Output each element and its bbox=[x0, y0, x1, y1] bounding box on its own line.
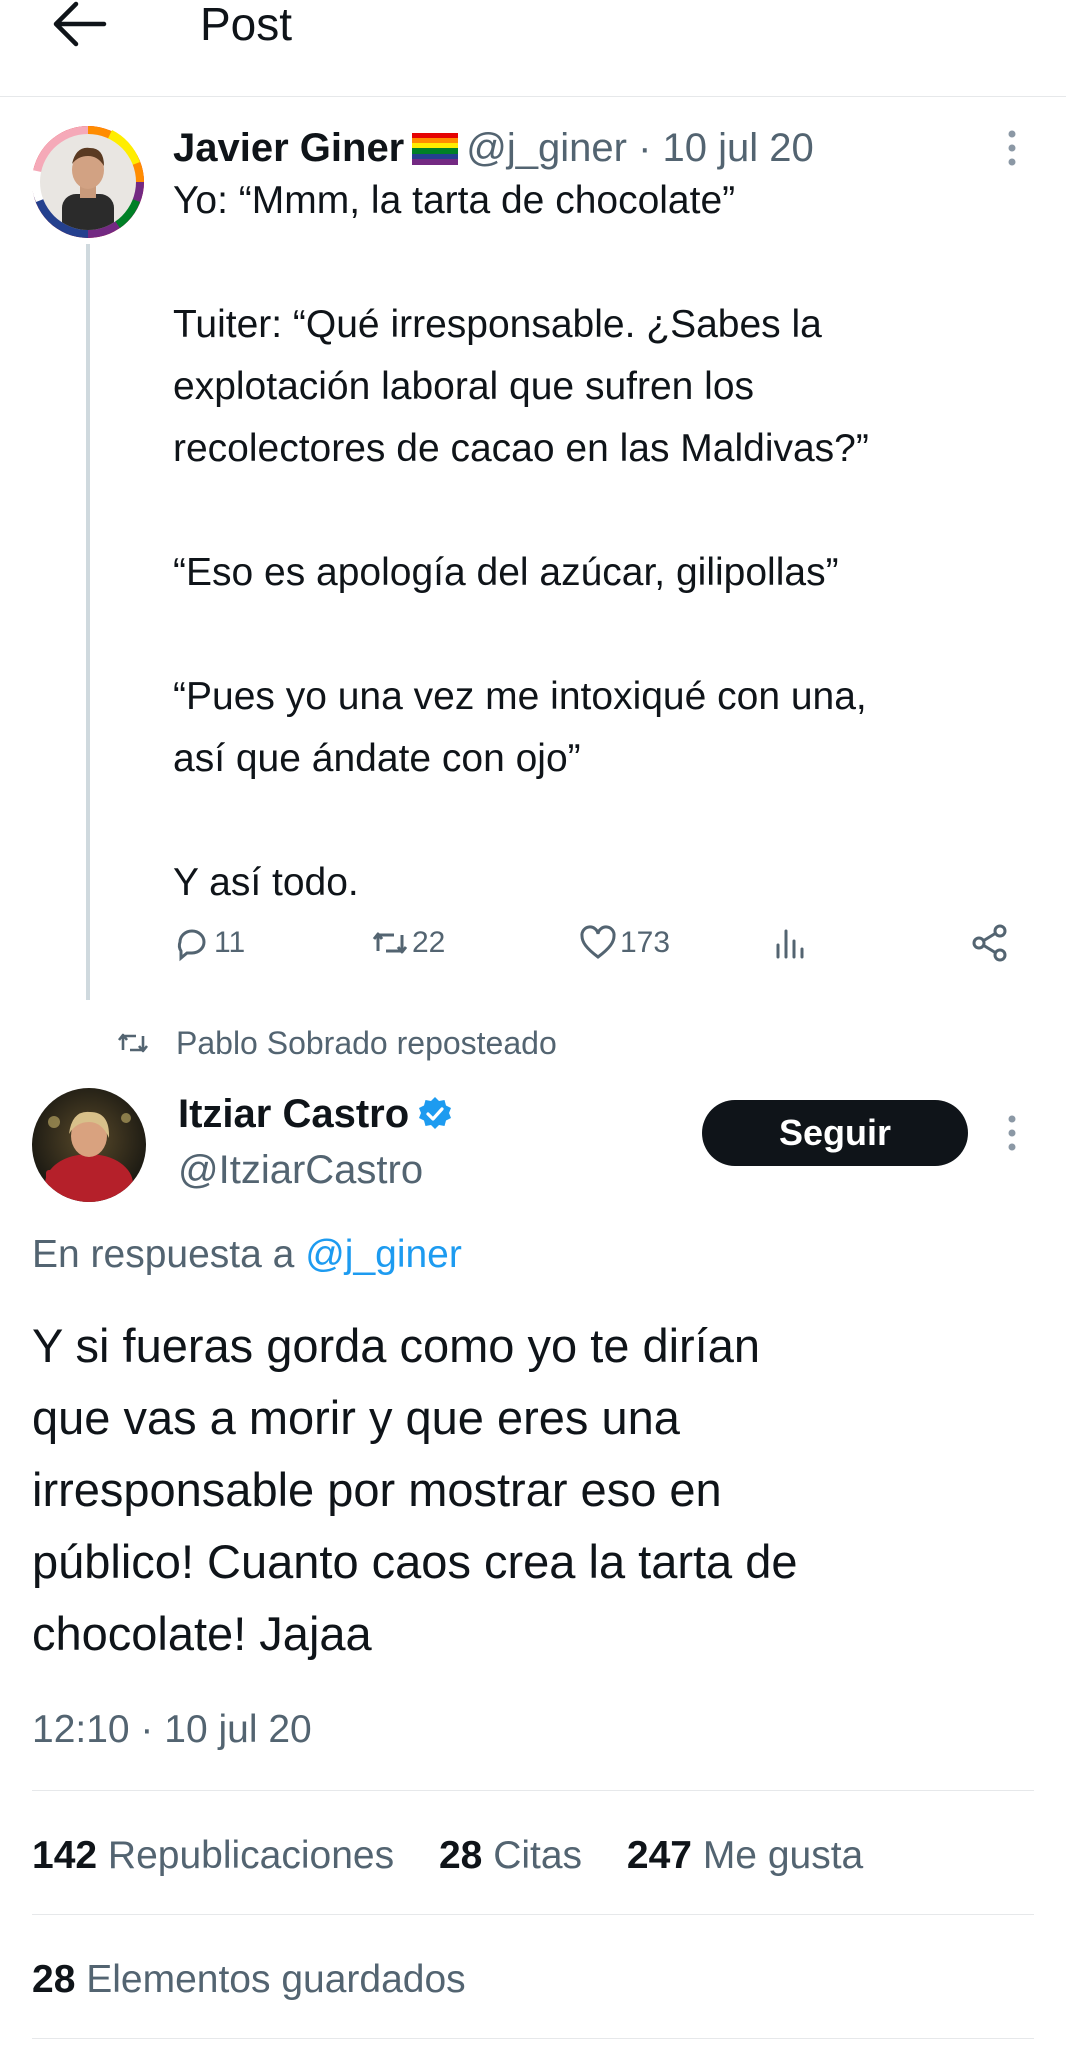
tweet-line: así que ándate con ojo” bbox=[173, 737, 581, 780]
tweet-timestamp[interactable]: 12:10 · 10 jul 20 bbox=[32, 1700, 312, 1760]
likes-stat[interactable]: 247 Me gusta bbox=[627, 1834, 863, 1877]
bookmarks-count: 28 bbox=[32, 1958, 76, 2001]
tweet-date[interactable]: 10 jul 20 bbox=[663, 126, 814, 170]
author-name[interactable]: Javier Giner bbox=[173, 126, 404, 170]
repost-icon bbox=[117, 1033, 149, 1053]
reply-line: público! Cuanto caos crea la tarta de bbox=[32, 1535, 798, 1588]
separator-dot: · bbox=[638, 126, 652, 170]
bookmarks-stat[interactable]: 28 Elementos guardados bbox=[32, 1950, 466, 2010]
page-title: Post bbox=[200, 0, 293, 50]
reply-line: que vas a morir y que eres una bbox=[32, 1391, 680, 1444]
reply-text: Y si fueras gorda como yo te dirían que … bbox=[32, 1310, 1032, 1670]
share-icon bbox=[972, 924, 1007, 962]
reposts-label: Republicaciones bbox=[107, 1834, 395, 1877]
back-arrow-icon[interactable] bbox=[52, 0, 108, 48]
tweet-line: “Eso es apología del azúcar, gilipollas” bbox=[173, 551, 839, 594]
bookmarks-label: Elementos guardados bbox=[86, 1958, 466, 2001]
tweet-line: explotación laboral que sufren los bbox=[173, 365, 755, 408]
thread-connector bbox=[86, 244, 90, 1000]
reply-to-prefix: En respuesta a bbox=[32, 1233, 295, 1276]
views-button[interactable] bbox=[772, 918, 814, 968]
divider bbox=[32, 1914, 1034, 1915]
author-name[interactable]: Itziar Castro bbox=[178, 1092, 409, 1136]
reply-line: irresponsable por mostrar eso en bbox=[32, 1463, 722, 1516]
avatar[interactable] bbox=[32, 1088, 146, 1202]
more-icon[interactable] bbox=[1004, 126, 1020, 170]
reply-count: 11 bbox=[214, 926, 246, 959]
author-handle[interactable]: @ItziarCastro bbox=[178, 1142, 423, 1198]
likes-count: 247 bbox=[626, 1834, 692, 1877]
reply-author-name-line: Itziar Castro bbox=[178, 1086, 453, 1142]
divider bbox=[32, 1790, 1034, 1791]
reply-line: Y si fueras gorda como yo te dirían bbox=[32, 1319, 761, 1372]
reply-to-mention[interactable]: @j_giner bbox=[305, 1233, 462, 1276]
tweet-author-line: Javier Giner @j_giner · 10 jul 20 bbox=[173, 122, 814, 174]
reposts-count: 142 bbox=[32, 1834, 98, 1877]
reposts-stat[interactable]: 142 Republicaciones bbox=[32, 1834, 394, 1877]
avatar[interactable] bbox=[31, 126, 144, 238]
likes-label: Me gusta bbox=[702, 1834, 864, 1877]
reply-line: chocolate! Jajaa bbox=[32, 1607, 372, 1660]
like-button[interactable]: 173 bbox=[578, 918, 670, 968]
repost-button[interactable]: 22 bbox=[370, 918, 445, 968]
tweet-line: recolectores de cacao en las Maldivas?” bbox=[173, 427, 869, 470]
like-icon bbox=[580, 925, 616, 959]
repost-count: 22 bbox=[412, 926, 446, 959]
reply-to-line: En respuesta a @j_giner bbox=[32, 1226, 462, 1284]
more-icon[interactable] bbox=[1004, 1111, 1020, 1155]
repost-context: Pablo Sobrado reposteado bbox=[116, 1018, 557, 1068]
reply-icon bbox=[177, 929, 206, 962]
verified-icon bbox=[417, 1091, 453, 1129]
tweet-line: Y así todo. bbox=[173, 861, 359, 904]
header-divider bbox=[0, 96, 1066, 97]
repost-icon bbox=[372, 932, 408, 954]
tweet-line: Tuiter: “Qué irresponsable. ¿Sabes la bbox=[173, 303, 822, 346]
engagement-stats: 142 Republicaciones 28 Citas 247 Me gust… bbox=[32, 1826, 863, 1886]
quotes-label: Citas bbox=[493, 1834, 583, 1877]
follow-button[interactable]: Seguir bbox=[702, 1100, 968, 1166]
reply-button[interactable]: 11 bbox=[172, 918, 245, 968]
repost-context-text[interactable]: Pablo Sobrado reposteado bbox=[176, 1025, 557, 1062]
like-count: 173 bbox=[620, 926, 671, 959]
divider bbox=[32, 2038, 1034, 2039]
tweet-line: “Pues yo una vez me intoxiqué con una, bbox=[173, 675, 867, 718]
tweet-text: Yo: “Mmm, la tarta de chocolate” Tuiter:… bbox=[173, 170, 1013, 914]
tweet-line: Yo: “Mmm, la tarta de chocolate” bbox=[173, 179, 736, 222]
rainbow-flag-icon bbox=[412, 126, 459, 165]
share-button[interactable] bbox=[970, 918, 1012, 968]
author-handle[interactable]: @j_giner bbox=[466, 126, 627, 170]
quotes-count: 28 bbox=[438, 1834, 483, 1877]
quotes-stat[interactable]: 28 Citas bbox=[439, 1834, 582, 1877]
views-icon bbox=[776, 929, 804, 959]
